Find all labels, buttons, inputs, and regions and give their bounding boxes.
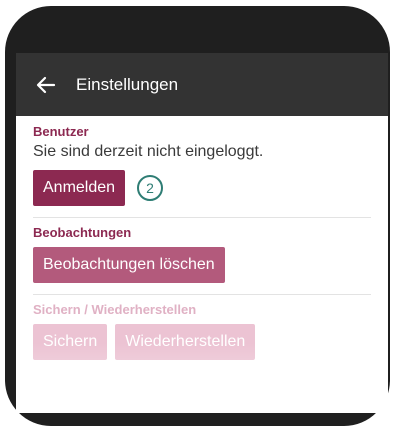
login-row: Anmelden 2 bbox=[33, 170, 371, 206]
arrow-left-icon bbox=[36, 76, 56, 93]
login-button[interactable]: Anmelden bbox=[33, 170, 126, 206]
page-title: Einstellungen bbox=[76, 74, 179, 94]
restore-button[interactable]: Wiederherstellen bbox=[115, 324, 256, 360]
backup-row: Sichern Wiederherstellen bbox=[33, 324, 371, 360]
user-section: Benutzer Sie sind derzeit nicht eingelog… bbox=[33, 116, 371, 218]
delete-observations-button[interactable]: Beobachtungen löschen bbox=[33, 247, 225, 283]
settings-content: Benutzer Sie sind derzeit nicht eingelog… bbox=[16, 116, 388, 360]
step-badge: 2 bbox=[137, 175, 164, 201]
observations-section-title: Beobachtungen bbox=[33, 225, 132, 240]
save-backup-button[interactable]: Sichern bbox=[33, 324, 108, 360]
screen: Einstellungen Benutzer Sie sind derzeit … bbox=[16, 53, 388, 413]
backup-section-title: Sichern / Wiederherstellen bbox=[33, 302, 197, 317]
app-bar: Einstellungen bbox=[16, 53, 388, 116]
observations-row: Beobachtungen löschen bbox=[33, 247, 371, 283]
backup-section: Sichern / Wiederherstellen Sichern Wiede… bbox=[33, 295, 371, 360]
user-section-title: Benutzer bbox=[33, 124, 89, 139]
phone-frame: Einstellungen Benutzer Sie sind derzeit … bbox=[5, 6, 390, 426]
observations-section: Beobachtungen Beobachtungen löschen bbox=[33, 218, 371, 295]
login-status-text: Sie sind derzeit nicht eingeloggt. bbox=[33, 143, 264, 160]
back-button[interactable] bbox=[16, 53, 76, 116]
